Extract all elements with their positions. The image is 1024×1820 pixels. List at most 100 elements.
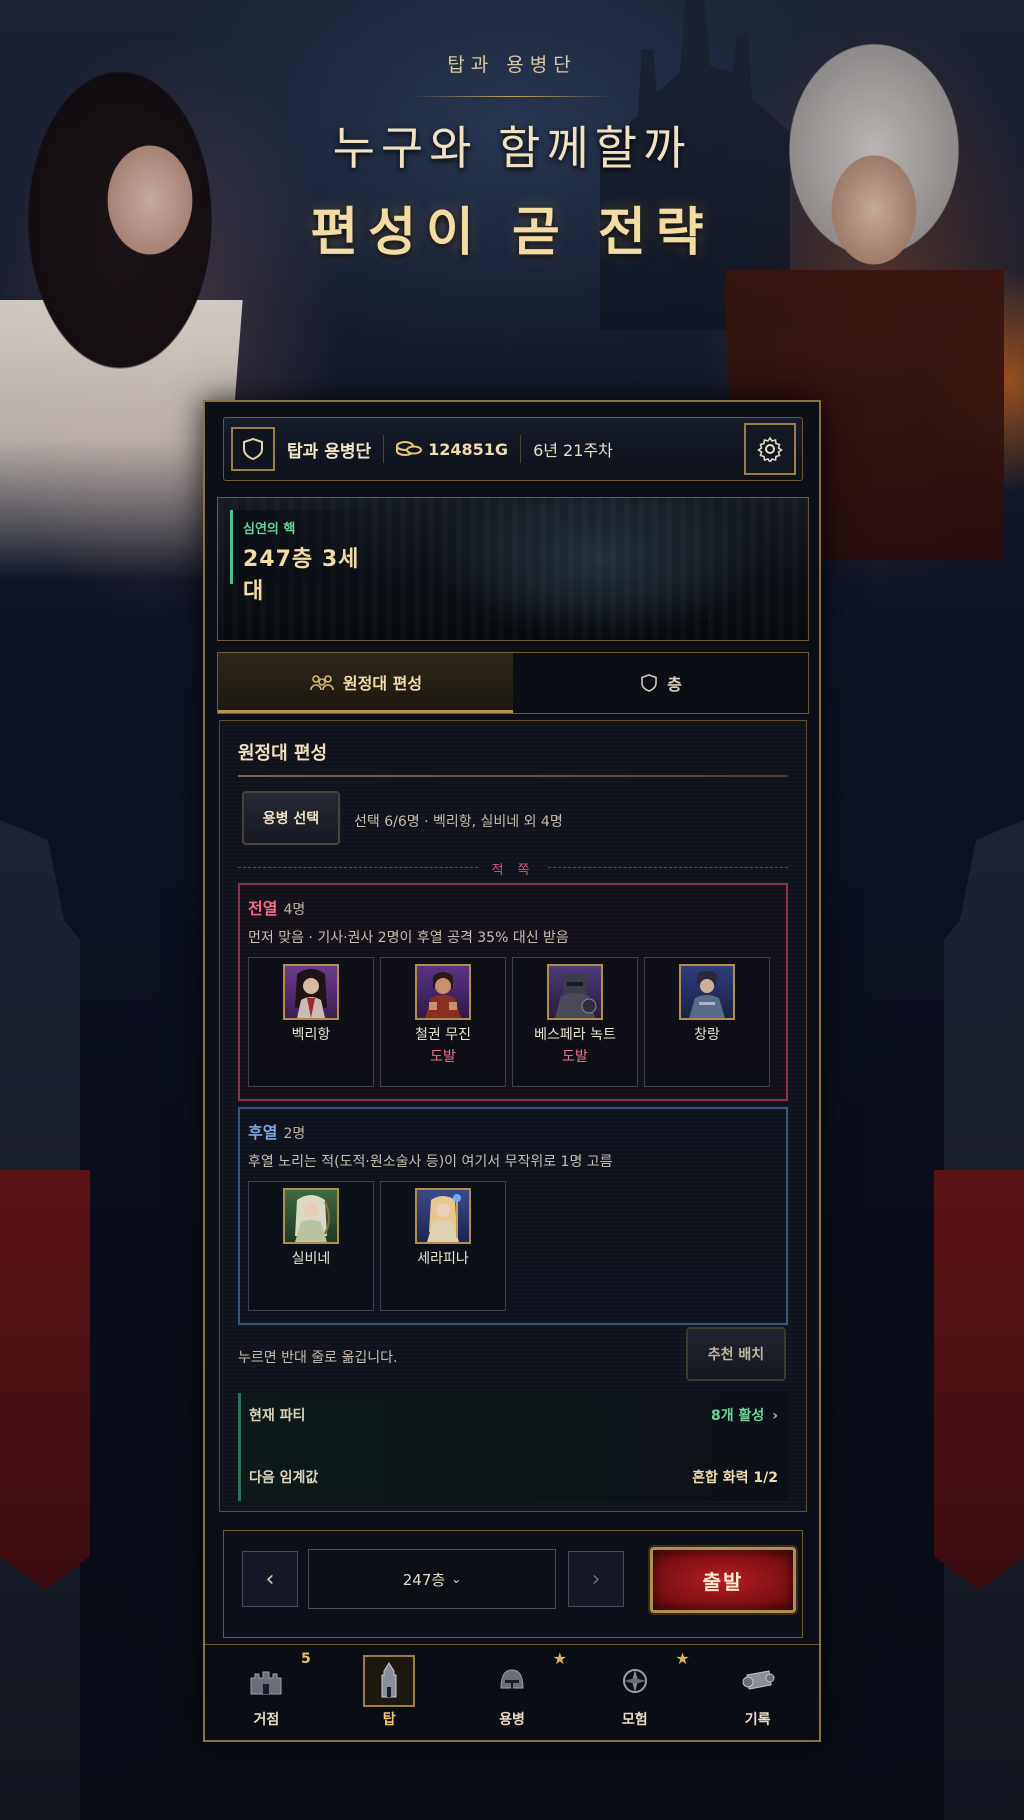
top-bar: 탑과 용병단 124851G 6년 21주차 [223, 417, 803, 481]
gear-icon [757, 436, 783, 462]
tab-floor[interactable]: 층 [513, 653, 808, 713]
chevron-right-icon: › [772, 1408, 778, 1424]
mercenary-name: 세라피나 [417, 1251, 469, 1267]
nav-label: 탑 [382, 1712, 396, 1728]
chevron-right-icon: › [591, 1566, 601, 1592]
tower-icon [363, 1655, 416, 1707]
next-floor-button[interactable]: › [568, 1551, 624, 1607]
mercenary-slot[interactable]: 벡리항 [248, 957, 374, 1087]
chevron-left-icon: ‹ [265, 1566, 275, 1592]
tab-bar: 원정대 편성 층 [217, 652, 809, 714]
next-threshold-label: 다음 임계값 [249, 1470, 319, 1486]
enemy-side-divider: 적 쪽 [238, 859, 788, 878]
panel-divider [238, 775, 788, 777]
game-window: 탑과 용병단 124851G 6년 21주차 심연의 핵 247층 3세대 원정… [203, 400, 821, 1742]
left-war-banner [0, 1170, 90, 1590]
shield-icon [641, 674, 657, 692]
star-icon: ★ [552, 1649, 567, 1668]
nav-tower[interactable]: 탑 [328, 1645, 451, 1740]
mercenary-portrait [415, 1188, 471, 1244]
nav-label: 용병 [499, 1712, 525, 1728]
mercenary-slot[interactable]: 베스페라 녹트 도발 [512, 957, 638, 1087]
panel-title: 원정대 편성 [238, 743, 328, 764]
mercenary-name: 베스페라 녹트 [534, 1027, 616, 1043]
current-party-value-wrap: 8개 활성 › [711, 1405, 778, 1425]
front-row-slots: 벡리항 철권 무진 도발 베스페라 녹트 도발 창랑 [248, 957, 770, 1087]
back-row-description: 후열 노리는 적(도적·원소술사 등)이 여기서 무작위로 1명 고름 [248, 1154, 613, 1170]
enemy-side-label: 적 쪽 [491, 863, 535, 878]
tab-party-formation-label: 원정대 편성 [342, 673, 423, 693]
current-party-value: 8개 활성 [710, 1408, 765, 1424]
select-mercenary-button[interactable]: 용병 선택 [242, 791, 340, 845]
party-summary: 현재 파티 8개 활성 › 다음 임계값 혼합 화력 1/2 [238, 1393, 788, 1501]
depart-button[interactable]: 출발 [650, 1547, 796, 1613]
nav-label: 모험 [621, 1712, 648, 1728]
game-date: 6년 21주차 [533, 441, 613, 460]
front-row: 전열 4명 먼저 맞음 · 기사·권사 2명이 후열 공격 35% 대신 받음 벡… [238, 883, 788, 1101]
floor-value: 247층 3세대 [243, 547, 360, 604]
gold-amount: 124851G [428, 439, 509, 459]
hero-divider [412, 96, 612, 97]
mercenary-name: 실비네 [291, 1251, 331, 1267]
current-party-label: 현재 파티 [249, 1408, 306, 1424]
nav-records[interactable]: 기록 [696, 1645, 819, 1740]
expedition-control: ‹ 247층 ⌄ › 출발 [223, 1530, 803, 1638]
chevron-down-icon: ⌄ [451, 1572, 462, 1586]
nav-label: 거점 [253, 1712, 280, 1728]
mercenary-slot[interactable]: 세라피나 [380, 1181, 506, 1311]
nav-badge: 5 [301, 1651, 311, 1667]
nav-mercenary[interactable]: ★ 용병 [451, 1645, 574, 1740]
nav-base[interactable]: 5 거점 [205, 1645, 328, 1740]
floor-zone-label: 심연의 핵 [243, 522, 296, 537]
floor-select[interactable]: 247층 ⌄ [308, 1549, 556, 1609]
selection-summary: 선택 6/6명 · 벡리항, 실비네 외 4명 [354, 814, 563, 830]
star-icon: ★ [675, 1649, 690, 1668]
shield-icon[interactable] [231, 427, 275, 471]
tab-party-formation[interactable]: 원정대 편성 [218, 653, 513, 713]
mercenary-portrait [415, 964, 471, 1020]
mercenary-slot[interactable]: 창랑 [644, 957, 770, 1087]
mercenary-name: 창랑 [694, 1027, 720, 1043]
mercenary-portrait [283, 1188, 339, 1244]
gold-counter: 124851G [396, 440, 508, 459]
mercenary-slot[interactable]: 실비네 [248, 1181, 374, 1311]
mercenary-tag: 도발 [430, 1049, 456, 1065]
hero-title-line2: 편성이 곧 전략 [310, 202, 714, 263]
back-row-header: 후열 2명 [248, 1119, 305, 1143]
nav-adventure[interactable]: ★ 모험 [573, 1645, 696, 1740]
prev-floor-button[interactable]: ‹ [242, 1551, 298, 1607]
recommend-placement-button[interactable]: 추천 배치 [686, 1327, 786, 1381]
current-party-row[interactable]: 현재 파티 8개 활성 › [249, 1405, 778, 1425]
back-row: 후열 2명 후열 노리는 적(도적·원소술사 등)이 여기서 무작위로 1명 고름… [238, 1107, 788, 1325]
next-threshold-row: 다음 임계값 혼합 화력 1/2 [249, 1467, 778, 1487]
hero-subtitle: 탑과 용병단 [447, 54, 577, 76]
compass-icon [615, 1661, 655, 1701]
divider [520, 435, 522, 463]
current-floor-banner: 심연의 핵 247층 3세대 [217, 497, 809, 641]
mercenary-name: 철권 무진 [415, 1027, 471, 1043]
front-row-count: 4명 [283, 902, 306, 918]
mercenary-slot[interactable]: 철권 무진 도발 [380, 957, 506, 1087]
right-war-banner [934, 1170, 1024, 1590]
tab-floor-label: 층 [667, 675, 682, 694]
group-icon [310, 674, 334, 690]
mercenary-tag: 도발 [562, 1049, 588, 1065]
nav-label: 기록 [744, 1712, 771, 1728]
mercenary-portrait [283, 964, 339, 1020]
helmet-icon [492, 1661, 532, 1701]
swap-hint: 누르면 반대 줄로 옮깁니다. [238, 1350, 398, 1366]
hero-title-line1: 누구와 함께할까 [332, 121, 692, 175]
mercenary-portrait [547, 964, 603, 1020]
front-row-header: 전열 4명 [248, 895, 305, 919]
back-row-slots: 실비네 세라피나 [248, 1181, 506, 1311]
mercenary-portrait [679, 964, 735, 1020]
app-title: 탑과 용병단 [287, 441, 372, 462]
divider [383, 435, 385, 463]
coins-icon [396, 441, 423, 456]
back-row-count: 2명 [283, 1126, 306, 1142]
floor-select-value: 247층 [402, 1570, 446, 1589]
front-row-description: 먼저 맞음 · 기사·권사 2명이 후열 공격 35% 대신 받음 [248, 930, 569, 946]
front-row-name: 전열 [248, 899, 278, 918]
back-row-name: 후열 [248, 1123, 278, 1142]
settings-button[interactable] [744, 423, 796, 475]
